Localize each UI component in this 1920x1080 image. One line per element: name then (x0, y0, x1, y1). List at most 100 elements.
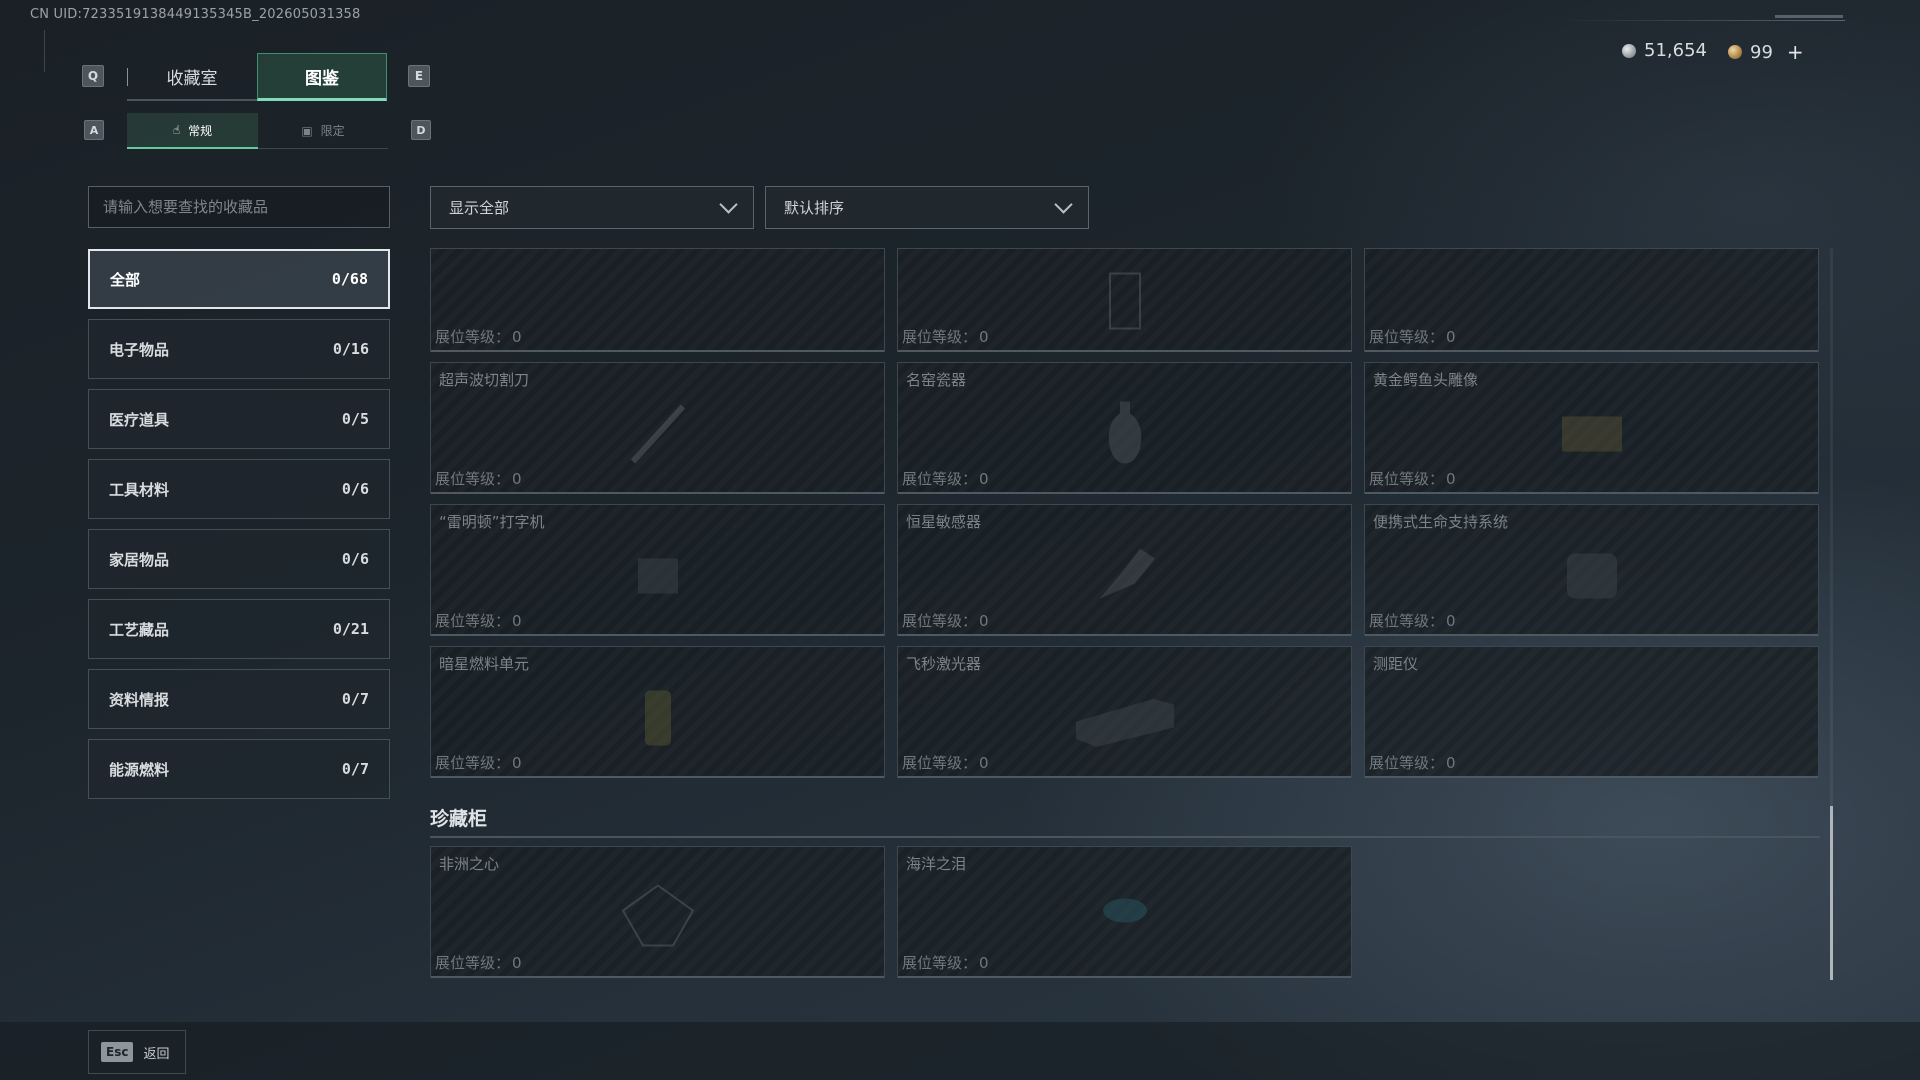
key-hint-a[interactable]: A (84, 120, 104, 140)
item-name: 超声波切割刀 (439, 371, 530, 389)
footer-bar (0, 1022, 1920, 1080)
category-count: 0/5 (341, 410, 369, 428)
key-hint-d[interactable]: D (411, 120, 431, 140)
showcase-card[interactable]: 非洲之心 展位等级： 0 (430, 846, 885, 978)
top-decoration-line (1560, 20, 1845, 21)
collection-card[interactable]: 便携式生命支持系统 展位等级： 0 (1364, 504, 1819, 636)
silver-coin-icon (1622, 43, 1636, 58)
level-text: 展位等级： 0 (1369, 470, 1456, 488)
category-count: 0/16 (332, 340, 369, 358)
key-hint-q[interactable]: Q (82, 65, 104, 87)
item-name: 便携式生命支持系统 (1373, 513, 1509, 531)
top-decoration-bar (1775, 15, 1843, 18)
filter-dropdown[interactable]: 显示全部 (430, 186, 754, 229)
item-name: 飞秒激光器 (906, 655, 982, 673)
level-text: 展位等级： 0 (1369, 612, 1456, 630)
item-silhouette-icon (1108, 272, 1141, 330)
collection-card[interactable]: 超声波切割刀 展位等级： 0 (430, 362, 885, 494)
gold-currency: 99 + (1728, 40, 1804, 64)
subtab-regular-label: 常规 (188, 123, 213, 138)
chevron-down-icon (1054, 195, 1073, 214)
category-label: 全部 (110, 270, 141, 289)
level-text: 展位等级： 0 (902, 470, 989, 488)
item-name: 恒星敏感器 (906, 513, 982, 531)
level-text: 展位等级： 0 (435, 328, 522, 346)
collection-card[interactable]: 恒星敏感器 展位等级： 0 (897, 504, 1352, 636)
level-text: 展位等级： 0 (435, 612, 522, 630)
category-label: 工具材料 (109, 480, 170, 499)
collection-card[interactable]: 展位等级： 0 (430, 248, 885, 352)
crocodile-statue-silhouette-icon (1561, 416, 1622, 452)
back-label: 返回 (143, 1046, 170, 1062)
collection-card[interactable]: 展位等级： 0 (897, 248, 1352, 352)
level-text: 展位等级： 0 (1369, 754, 1456, 772)
typewriter-silhouette-icon (637, 558, 678, 594)
item-name: 测距仪 (1373, 655, 1419, 673)
category-all[interactable]: 全部 0/68 (88, 249, 390, 309)
tab-catalog-label: 图鉴 (305, 68, 339, 89)
category-intel[interactable]: 资料情报 0/7 (88, 669, 390, 729)
level-text: 展位等级： 0 (902, 954, 989, 972)
category-count: 0/7 (341, 690, 369, 708)
item-name: 非洲之心 (439, 855, 500, 873)
tear-gem-silhouette-icon (1102, 898, 1147, 923)
category-crafts[interactable]: 工艺藏品 0/21 (88, 599, 390, 659)
scrollbar-thumb[interactable] (1830, 806, 1833, 980)
item-name: 名窑瓷器 (906, 371, 967, 389)
laser-silhouette-icon (1075, 698, 1174, 747)
filter-dropdown-value: 显示全部 (449, 199, 510, 217)
item-name: 海洋之泪 (906, 855, 967, 873)
item-name: 暗星燃料单元 (439, 655, 530, 673)
category-label: 资料情报 (109, 690, 170, 709)
fuel-cell-silhouette-icon (644, 690, 671, 746)
tab-catalog[interactable]: 图鉴 (257, 53, 387, 101)
gold-amount: 99 (1750, 41, 1773, 63)
level-text: 展位等级： 0 (435, 954, 522, 972)
item-name: 黄金鳄鱼头雕像 (1373, 371, 1479, 389)
sort-dropdown-value: 默认排序 (784, 199, 845, 217)
life-support-silhouette-icon (1566, 553, 1617, 599)
category-count: 0/68 (331, 270, 368, 288)
tab-separator (127, 68, 128, 86)
add-currency-button[interactable]: + (1787, 40, 1804, 64)
category-label: 工艺藏品 (109, 620, 170, 639)
section-divider (430, 836, 1820, 838)
category-count: 0/6 (341, 550, 369, 568)
chevron-down-icon (719, 195, 738, 214)
blade-silhouette-icon (630, 404, 685, 464)
category-count: 0/7 (341, 760, 369, 778)
category-medical[interactable]: 医疗道具 0/5 (88, 389, 390, 449)
uid-label: CN UID:7233519138449135345B_202605031358 (30, 7, 361, 22)
category-label: 医疗道具 (109, 410, 170, 429)
collection-card[interactable]: 黄金鳄鱼头雕像 展位等级： 0 (1364, 362, 1819, 494)
collection-card[interactable]: 飞秒激光器 展位等级： 0 (897, 646, 1352, 778)
hand-icon: ☝ (172, 123, 181, 137)
box-icon: ▣ (301, 123, 313, 138)
key-hint-e[interactable]: E (408, 65, 430, 87)
level-text: 展位等级： 0 (435, 470, 522, 488)
showcase-card[interactable]: 海洋之泪 展位等级： 0 (897, 846, 1352, 978)
tab-collection-room[interactable]: 收藏室 (127, 53, 257, 101)
star-sensor-silhouette-icon (1099, 548, 1155, 599)
collection-card[interactable]: 测距仪 展位等级： 0 (1364, 646, 1819, 778)
search-input[interactable] (88, 186, 390, 228)
category-electronics[interactable]: 电子物品 0/16 (88, 319, 390, 379)
category-household[interactable]: 家居物品 0/6 (88, 529, 390, 589)
collection-card[interactable]: 名窑瓷器 展位等级： 0 (897, 362, 1352, 494)
sort-dropdown[interactable]: 默认排序 (765, 186, 1089, 229)
category-label: 能源燃料 (109, 760, 170, 779)
category-count: 0/21 (332, 620, 369, 638)
level-text: 展位等级： 0 (902, 612, 989, 630)
back-button[interactable]: Esc 返回 (88, 1030, 186, 1074)
collection-card[interactable]: “雷明顿”打字机 展位等级： 0 (430, 504, 885, 636)
category-tools[interactable]: 工具材料 0/6 (88, 459, 390, 519)
esc-key-hint: Esc (101, 1042, 134, 1062)
subtab-regular[interactable]: ☝ 常规 (127, 113, 258, 149)
level-text: 展位等级： 0 (902, 328, 989, 346)
level-text: 展位等级： 0 (435, 754, 522, 772)
collection-card[interactable]: 展位等级： 0 (1364, 248, 1819, 352)
collection-card[interactable]: 暗星燃料单元 展位等级： 0 (430, 646, 885, 778)
gold-coin-icon (1728, 45, 1742, 59)
category-energy[interactable]: 能源燃料 0/7 (88, 739, 390, 799)
subtab-limited[interactable]: ▣ 限定 (258, 113, 388, 149)
